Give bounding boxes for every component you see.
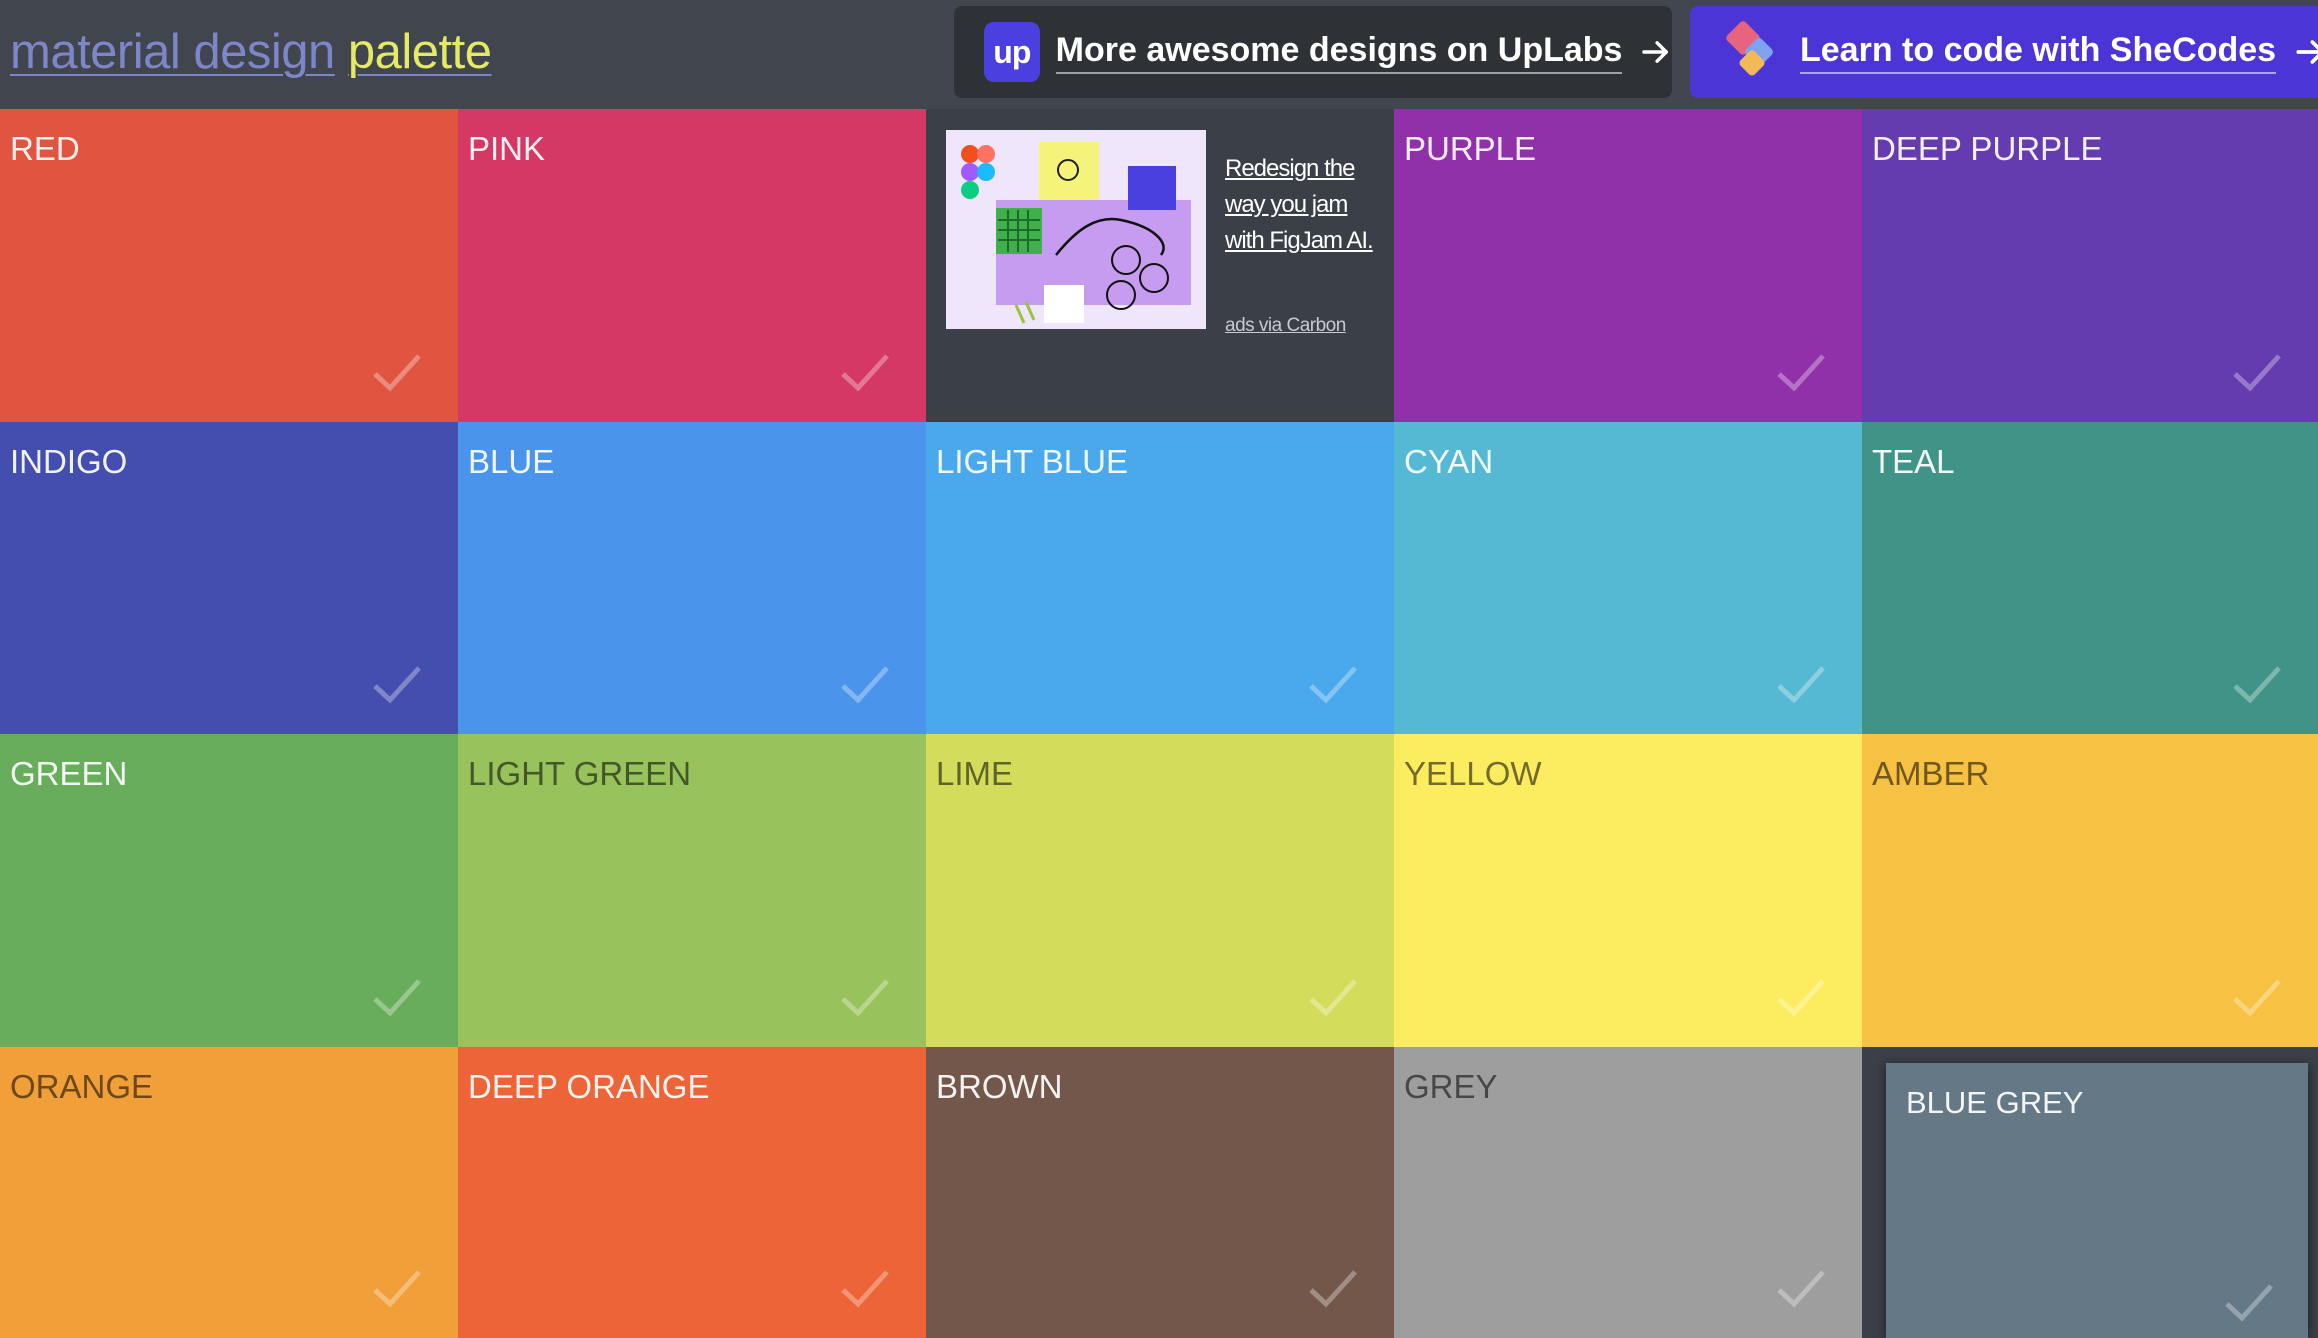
- checkmark-icon: [2233, 666, 2281, 704]
- color-tile-blue-grey-wrapper: BLUE GREY: [1862, 1047, 2318, 1338]
- checkmark-icon: [373, 666, 421, 704]
- color-tile-blue[interactable]: BLUE: [458, 422, 926, 734]
- color-name-label: PURPLE: [1404, 130, 1537, 167]
- checkmark-icon: [1777, 666, 1825, 704]
- color-tile-teal[interactable]: TEAL: [1862, 422, 2318, 734]
- checkmark-icon: [1309, 666, 1357, 704]
- color-tile-orange[interactable]: ORANGE: [0, 1047, 458, 1338]
- checkmark-icon: [1777, 979, 1825, 1017]
- ads-via-carbon-link[interactable]: ads via Carbon: [1225, 315, 1346, 337]
- color-tile-amber[interactable]: AMBER: [1862, 734, 2318, 1047]
- color-name-label: RED: [10, 130, 80, 167]
- top-bar: material design palette up More awesome …: [0, 0, 2318, 109]
- color-tile-grey[interactable]: GREY: [1394, 1047, 1862, 1338]
- color-name-label: LIME: [936, 755, 1014, 792]
- checkmark-icon: [373, 354, 421, 392]
- color-tile-deep-purple[interactable]: DEEP PURPLE: [1862, 109, 2318, 422]
- shecodes-promo-label: Learn to code with SheCodes: [1800, 30, 2277, 74]
- shecodes-logo-icon: [1726, 21, 1773, 76]
- checkmark-icon: [841, 1270, 889, 1308]
- checkmark-icon: [1777, 1270, 1825, 1308]
- checkmark-icon: [1309, 1270, 1357, 1308]
- checkmark-icon: [1777, 354, 1825, 392]
- color-name-label: LIGHT BLUE: [936, 443, 1128, 480]
- color-tile-cyan[interactable]: CYAN: [1394, 422, 1862, 734]
- checkmark-icon: [841, 666, 889, 704]
- checkmark-icon: [2233, 354, 2281, 392]
- checkmark-icon: [841, 354, 889, 392]
- color-name-label: AMBER: [1872, 755, 1990, 792]
- color-tile-light-blue[interactable]: LIGHT BLUE: [926, 422, 1394, 734]
- logo-word-material-design[interactable]: material design: [10, 25, 335, 79]
- color-name-label: DEEP ORANGE: [468, 1068, 710, 1105]
- logo-word-palette[interactable]: palette: [348, 25, 492, 79]
- uplabs-promo-label: More awesome designs on UpLabs: [1055, 30, 1623, 74]
- checkmark-icon: [1309, 979, 1357, 1017]
- figjam-ad-image[interactable]: [946, 130, 1206, 329]
- color-tile-blue-grey[interactable]: BLUE GREY: [1886, 1063, 2308, 1338]
- checkmark-icon: [2225, 1284, 2273, 1322]
- color-name-label: ORANGE: [10, 1068, 154, 1105]
- color-name-label: YELLOW: [1404, 755, 1542, 792]
- checkmark-icon: [2233, 979, 2281, 1017]
- color-name-label: GREEN: [10, 755, 128, 792]
- color-name-label: GREY: [1404, 1068, 1498, 1105]
- color-name-label: BROWN: [936, 1068, 1063, 1105]
- checkmark-icon: [373, 1270, 421, 1308]
- site-logo[interactable]: material design palette: [10, 22, 492, 82]
- color-tile-red[interactable]: RED: [0, 109, 458, 422]
- color-tile-brown[interactable]: BROWN: [926, 1047, 1394, 1338]
- color-tile-green[interactable]: GREEN: [0, 734, 458, 1047]
- color-tile-deep-orange[interactable]: DEEP ORANGE: [458, 1047, 926, 1338]
- arrow-right-icon: [2296, 40, 2318, 64]
- uplabs-promo-button[interactable]: up More awesome designs on UpLabs: [954, 6, 1672, 98]
- checkmark-icon: [841, 979, 889, 1017]
- uplabs-logo-icon: up: [984, 22, 1040, 82]
- color-tile-indigo[interactable]: INDIGO: [0, 422, 458, 734]
- carbon-ad[interactable]: Redesign the way you jam with FigJam AI.…: [926, 109, 1394, 422]
- color-name-label: BLUE GREY: [1906, 1085, 2084, 1120]
- color-name-label: INDIGO: [10, 443, 128, 480]
- checkmark-icon: [373, 979, 421, 1017]
- carbon-ad-link[interactable]: Redesign the way you jam with FigJam AI.: [1225, 151, 1375, 259]
- color-name-label: PINK: [468, 130, 546, 167]
- color-tile-lime[interactable]: LIME: [926, 734, 1394, 1047]
- color-palette-grid: RED PINK Redesign the way you jam with F…: [0, 109, 2318, 1338]
- arrow-right-icon: [1642, 41, 1669, 63]
- color-tile-purple[interactable]: PURPLE: [1394, 109, 1862, 422]
- color-name-label: DEEP PURPLE: [1872, 130, 2103, 167]
- shecodes-promo-button[interactable]: Learn to code with SheCodes: [1690, 6, 2318, 98]
- color-tile-yellow[interactable]: YELLOW: [1394, 734, 1862, 1047]
- color-name-label: TEAL: [1872, 443, 1955, 480]
- color-name-label: CYAN: [1404, 443, 1494, 480]
- color-tile-pink[interactable]: PINK: [458, 109, 926, 422]
- color-name-label: LIGHT GREEN: [468, 755, 692, 792]
- color-name-label: BLUE: [468, 443, 555, 480]
- color-tile-light-green[interactable]: LIGHT GREEN: [458, 734, 926, 1047]
